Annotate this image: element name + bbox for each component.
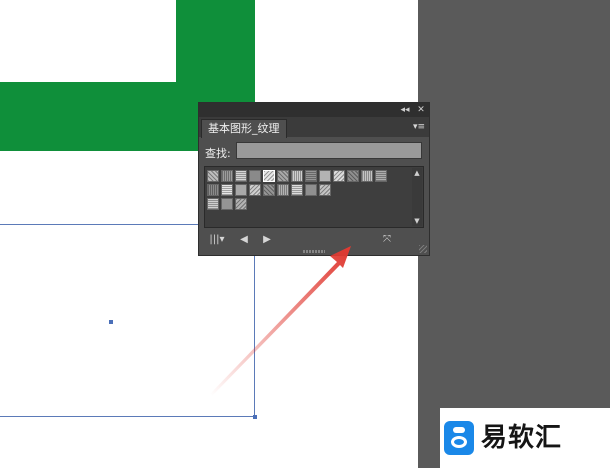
panel-menu-icon[interactable]: ▾≡ [413, 121, 425, 133]
logo-icon [444, 421, 474, 455]
texture-swatch[interactable] [221, 198, 233, 210]
break-link-icon[interactable]: ⤧ [379, 231, 395, 249]
texture-swatch[interactable] [319, 170, 331, 182]
texture-swatch[interactable] [263, 170, 275, 182]
swatch-scrollbar[interactable]: ▲ ▼ [412, 168, 422, 226]
next-icon[interactable]: ▶ [261, 231, 273, 249]
search-label: 查找: [205, 147, 231, 160]
texture-swatch[interactable] [235, 184, 247, 196]
texture-swatch[interactable] [305, 184, 317, 196]
previous-icon[interactable]: ◀ [238, 231, 250, 249]
corner-resize-grip[interactable] [419, 245, 427, 253]
texture-swatch[interactable] [305, 170, 317, 182]
texture-swatch[interactable] [319, 184, 331, 196]
texture-swatch[interactable] [207, 170, 219, 182]
close-icon[interactable]: ✕ [415, 103, 427, 117]
texture-swatch[interactable] [249, 170, 261, 182]
texture-swatch[interactable] [291, 170, 303, 182]
selection-corner-handle[interactable] [253, 415, 257, 419]
symbols-panel: ◂◂ ✕ 基本图形_纹理 ▾≡ 查找: ▲ ▼ |||▾ ◀ ▶ ⤧ [198, 102, 430, 256]
library-menu-icon[interactable]: |||▾ [206, 231, 228, 249]
watermark-logo: 易软汇 [440, 408, 610, 468]
scroll-up-icon[interactable]: ▲ [412, 168, 422, 178]
texture-swatch[interactable] [221, 170, 233, 182]
texture-swatch[interactable] [207, 184, 219, 196]
texture-swatch[interactable] [277, 184, 289, 196]
search-input[interactable] [236, 142, 422, 159]
pasteboard [418, 0, 610, 468]
panel-resize-grip[interactable] [303, 250, 325, 253]
green-shape-cutout [0, 0, 176, 82]
selection-center-point[interactable] [109, 320, 113, 324]
texture-swatch[interactable] [263, 184, 275, 196]
panel-tab-row: 基本图形_纹理 ▾≡ [199, 117, 429, 138]
panel-bottom-toolbar: |||▾ ◀ ▶ ⤧ [199, 231, 429, 249]
texture-swatch[interactable] [277, 170, 289, 182]
texture-swatch[interactable] [235, 198, 247, 210]
texture-swatch[interactable] [249, 184, 261, 196]
texture-swatch[interactable] [291, 184, 303, 196]
texture-swatch[interactable] [333, 170, 345, 182]
texture-swatch[interactable] [375, 170, 387, 182]
texture-swatch[interactable] [235, 170, 247, 182]
swatch-grid: ▲ ▼ [204, 166, 424, 228]
texture-swatch[interactable] [347, 170, 359, 182]
collapse-icon[interactable]: ◂◂ [399, 103, 411, 117]
texture-swatch[interactable] [207, 198, 219, 210]
texture-swatch[interactable] [221, 184, 233, 196]
scroll-down-icon[interactable]: ▼ [412, 216, 422, 226]
tab-basic-graphics-textures[interactable]: 基本图形_纹理 [201, 119, 287, 138]
texture-swatch[interactable] [361, 170, 373, 182]
panel-titlebar[interactable]: ◂◂ ✕ [199, 103, 429, 117]
logo-text: 易软汇 [481, 423, 563, 453]
